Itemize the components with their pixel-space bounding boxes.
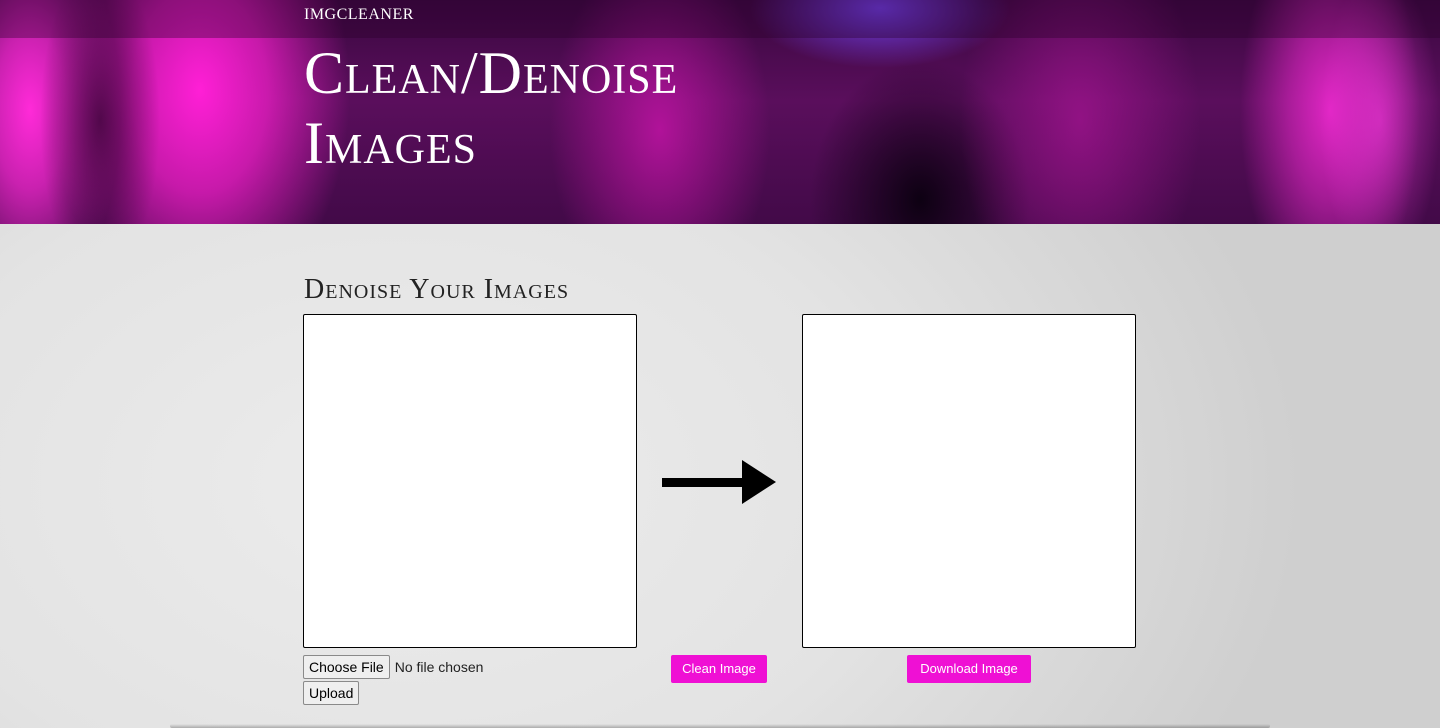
choose-file-button[interactable]: Choose File	[303, 655, 390, 679]
clean-image-button[interactable]: Clean Image	[671, 655, 767, 683]
file-status-text: No file chosen	[394, 659, 484, 675]
main-content: Denoise Your Images Choose File No file …	[0, 224, 1440, 728]
section-title: Denoise Your Images	[304, 274, 570, 305]
navbar: IMGCLEANER	[0, 0, 1440, 38]
file-input[interactable]: Choose File No file chosen	[303, 655, 483, 679]
footer-edge	[170, 724, 1270, 728]
hero-banner: IMGCLEANER Clean/Denoise Images	[0, 0, 1440, 224]
download-image-button[interactable]: Download Image	[907, 655, 1031, 683]
upload-button[interactable]: Upload	[303, 681, 360, 705]
output-image-canvas	[802, 314, 1136, 648]
page-title: Clean/Denoise Images	[304, 38, 904, 178]
right-arrow-icon	[662, 460, 776, 504]
page-title-line-1: Clean/Denoise	[304, 40, 679, 106]
page-title-line-2: Images	[304, 110, 478, 176]
input-image-canvas	[303, 314, 637, 648]
brand-link[interactable]: IMGCLEANER	[304, 6, 414, 24]
